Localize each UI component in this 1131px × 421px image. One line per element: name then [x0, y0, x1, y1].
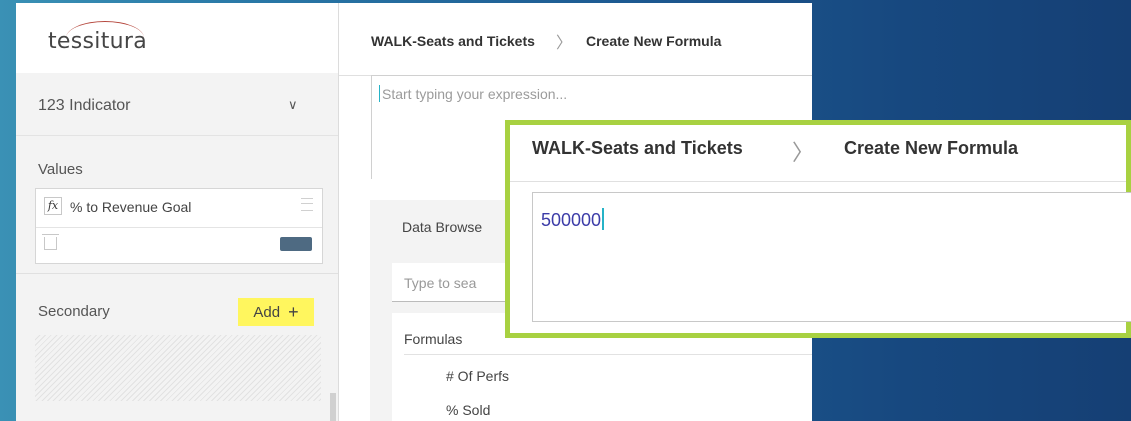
chevron-right-icon: 〉: [792, 140, 815, 165]
zoom-breadcrumb-current: Create New Formula: [844, 138, 1019, 158]
trash-icon[interactable]: [42, 234, 59, 250]
values-section-label: Values: [38, 161, 83, 178]
list-item[interactable]: # Of Perfs: [446, 368, 509, 384]
value-item-card[interactable]: fx % to Revenue Goal: [35, 188, 323, 264]
text-caret: [379, 85, 380, 102]
left-panel: tessitura 123 Indicator ∨ Values fx % to…: [16, 3, 339, 421]
add-secondary-button[interactable]: Add +: [238, 298, 314, 326]
breadcrumb: WALK-Seats and Tickets 〉 Create New Form…: [339, 3, 812, 76]
zoom-breadcrumb-dashboard[interactable]: WALK-Seats and Tickets: [532, 138, 743, 159]
text-caret: [602, 208, 604, 230]
logo-area: tessitura: [16, 3, 338, 74]
widget-type-dropdown[interactable]: 123 Indicator ∨: [16, 73, 338, 136]
add-button-label: Add: [253, 303, 281, 321]
secondary-section-label: Secondary: [38, 303, 110, 320]
list-item[interactable]: % Sold: [446, 402, 490, 418]
breadcrumb-current-page: Create New Formula: [586, 33, 722, 49]
chevron-right-icon: 〉: [556, 35, 573, 52]
secondary-drop-zone[interactable]: [35, 335, 321, 401]
expression-value: 500000: [541, 208, 604, 231]
value-item-divider: [36, 227, 322, 228]
widget-type-label: 123 Indicator: [38, 97, 131, 114]
app-logo: tessitura: [48, 29, 147, 54]
data-browser-tab[interactable]: Data Browse: [402, 219, 482, 235]
zoom-expression-editor[interactable]: 500000: [532, 192, 1131, 322]
zoom-callout: WALK-Seats and Tickets 〉 Create New Form…: [505, 120, 1131, 338]
list-divider: [404, 354, 812, 355]
panel-scrollbar[interactable]: [330, 393, 336, 421]
plus-icon: +: [288, 301, 299, 322]
color-picker-swatch[interactable]: [280, 237, 312, 251]
formulas-group-header[interactable]: Formulas: [404, 331, 462, 347]
expression-placeholder: Start typing your expression...: [382, 86, 568, 102]
drag-handle-icon[interactable]: [301, 198, 313, 211]
section-divider: [16, 273, 338, 274]
chevron-down-icon[interactable]: ∨: [288, 97, 298, 113]
formula-icon[interactable]: fx: [44, 197, 62, 215]
zoom-divider: [510, 181, 1126, 182]
value-item-name[interactable]: % to Revenue Goal: [70, 199, 191, 215]
search-placeholder: Type to sea: [404, 275, 477, 291]
breadcrumb-dashboard-link[interactable]: WALK-Seats and Tickets: [371, 33, 535, 49]
expression-value-text: 500000: [541, 210, 602, 230]
